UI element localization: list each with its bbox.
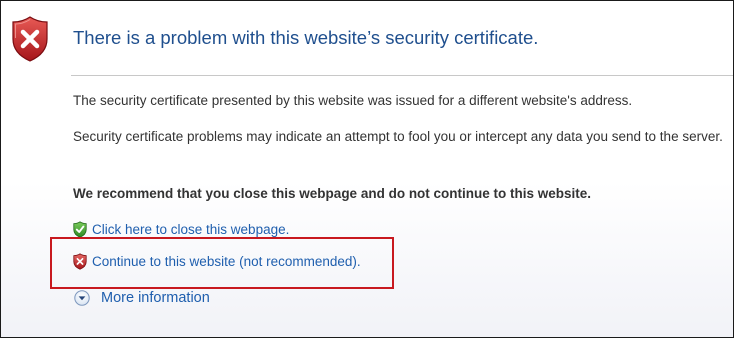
more-information-link[interactable]: More information bbox=[101, 290, 210, 306]
certificate-mismatch-text: The security certificate presented by th… bbox=[73, 93, 633, 108]
certificate-error-page: There is a problem with this website’s s… bbox=[0, 0, 734, 338]
close-webpage-link[interactable]: Click here to close this webpage. bbox=[92, 222, 289, 237]
green-check-shield-icon bbox=[73, 220, 87, 238]
page-title: There is a problem with this website’s s… bbox=[73, 27, 539, 48]
recommendation-text: We recommend that you close this webpage… bbox=[73, 186, 592, 201]
continue-website-row[interactable]: Continue to this website (not recommende… bbox=[73, 251, 361, 271]
title-divider bbox=[71, 75, 733, 76]
chevron-down-circle-icon[interactable] bbox=[74, 290, 90, 306]
continue-to-website-link[interactable]: Continue to this website (not recommende… bbox=[92, 254, 361, 269]
more-information-toggle[interactable]: More information bbox=[74, 288, 210, 308]
certificate-warning-text: Security certificate problems may indica… bbox=[73, 129, 723, 144]
red-x-shield-icon bbox=[73, 252, 87, 270]
close-webpage-row[interactable]: Click here to close this webpage. bbox=[73, 219, 289, 239]
error-shield-icon bbox=[12, 16, 48, 62]
